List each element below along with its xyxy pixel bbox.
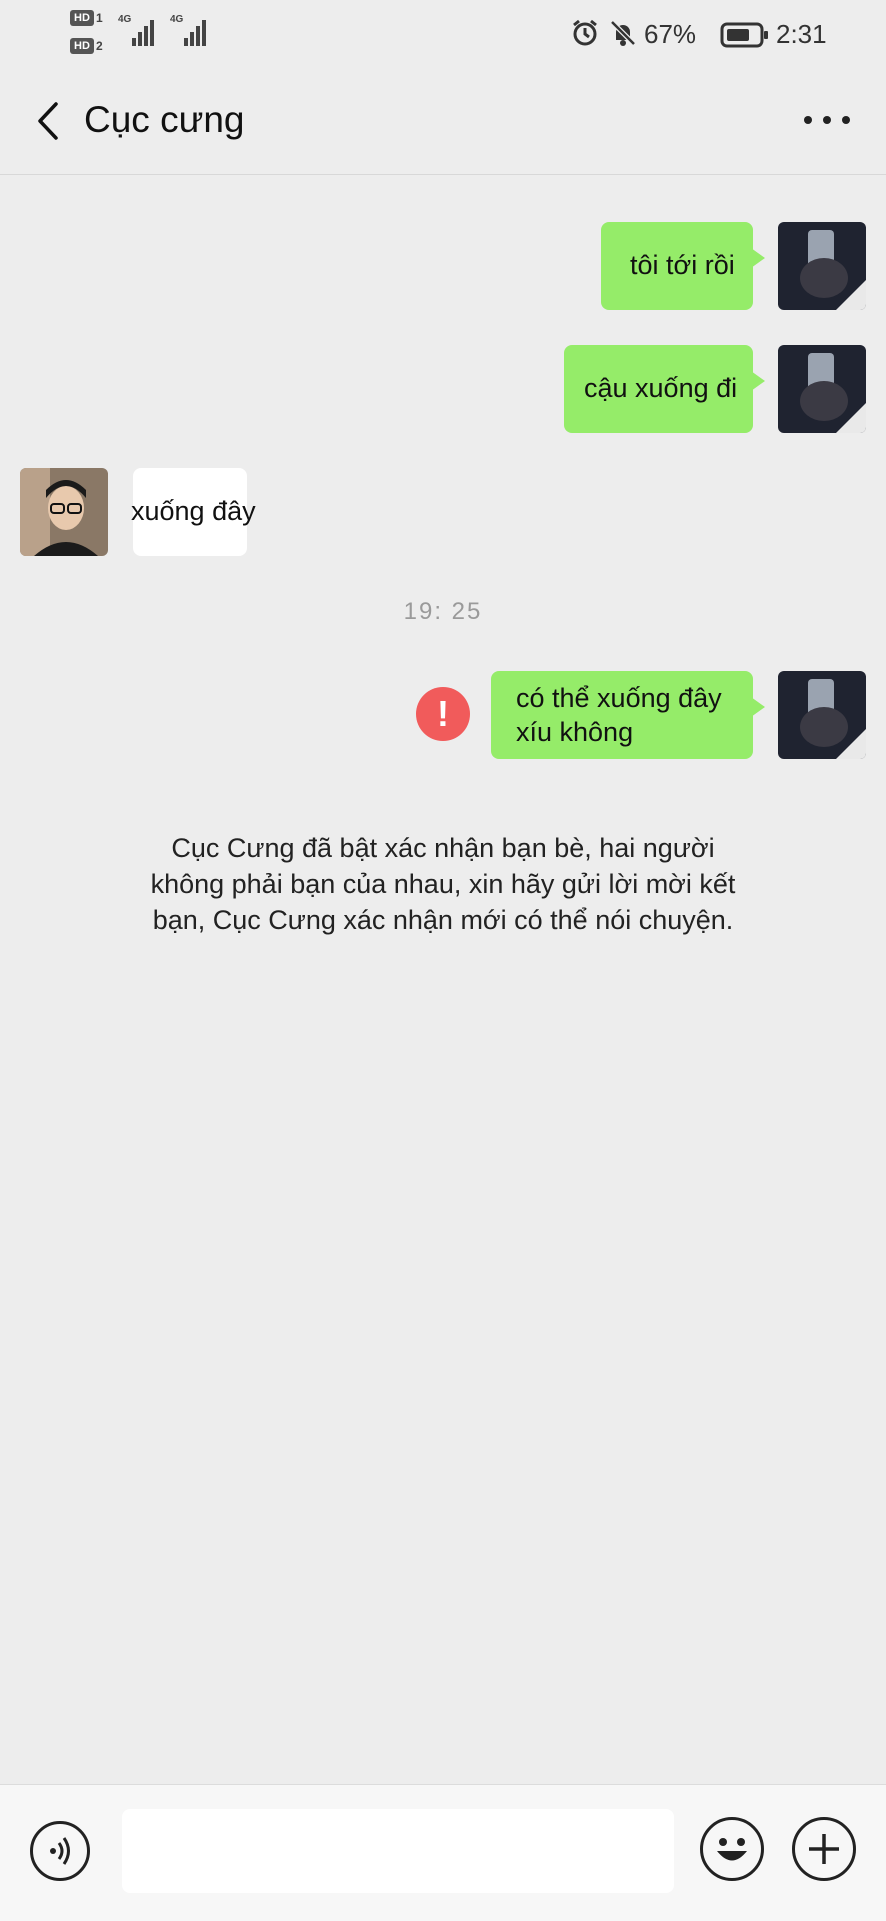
system-notice-line: không phải bạn của nhau, xin hãy gửi lời… xyxy=(150,869,736,899)
sim1-indicator: HD 1 xyxy=(70,10,106,28)
outgoing-message-bubble[interactable]: cậu xuống đi xyxy=(564,345,765,433)
my-avatar[interactable] xyxy=(778,671,866,759)
sim2-hd-label: HD xyxy=(70,38,94,54)
battery-percent: 67% xyxy=(644,19,697,49)
smiley-icon xyxy=(717,1838,747,1861)
alarm-icon xyxy=(570,18,600,53)
emoji-button[interactable] xyxy=(700,1817,764,1881)
battery-icon xyxy=(720,22,770,53)
chat-header: Cục cưng xyxy=(0,66,886,175)
message-text: cậu xuống đi xyxy=(584,373,738,403)
voice-input-button[interactable] xyxy=(30,1821,90,1881)
message-input[interactable] xyxy=(122,1809,674,1893)
network2-label: 4G xyxy=(170,14,184,25)
outgoing-message-bubble[interactable]: có thể xuống đây xíu không xyxy=(491,671,765,759)
chevron-left-icon xyxy=(38,102,58,140)
contact-avatar[interactable] xyxy=(20,468,108,556)
clock: 2:31 xyxy=(776,19,827,49)
message-timestamp: 19: 25 xyxy=(403,598,483,625)
plus-icon xyxy=(809,1834,839,1864)
message-text-line2: xíu không xyxy=(516,717,634,747)
status-right: 67% 2:31 xyxy=(570,14,830,54)
outgoing-message-bubble[interactable]: tôi tới rồi xyxy=(601,222,765,310)
message-text: tôi tới rồi xyxy=(630,250,735,280)
back-button[interactable] xyxy=(34,100,64,142)
message-text: xuống đây xyxy=(131,496,256,526)
more-options-button[interactable] xyxy=(802,102,852,138)
send-failed-icon[interactable]: ! xyxy=(416,687,470,741)
my-avatar[interactable] xyxy=(778,345,866,433)
message-text-line1: có thể xuống đây xyxy=(516,683,722,713)
sim2-number: 2 xyxy=(96,39,103,53)
chat-title: Cục cưng xyxy=(84,99,245,140)
system-notice-line: Cục Cưng đã bật xác nhận bạn bè, hai ngư… xyxy=(171,833,715,863)
input-bar xyxy=(0,1784,886,1921)
system-notice-line: bạn, Cục Cưng xác nhận mới có thể nói ch… xyxy=(152,905,734,935)
incoming-message-bubble[interactable]: xuống đây xyxy=(131,468,256,556)
dot-icon xyxy=(842,116,850,124)
sim1-hd-label: HD xyxy=(70,10,94,26)
sim1-number: 1 xyxy=(96,11,103,25)
dot-icon xyxy=(804,116,812,124)
status-bar: HD 1 HD 2 4G 4G 67% 2:31 xyxy=(0,0,886,66)
network1-label: 4G xyxy=(118,14,132,25)
sim2-indicator: HD 2 xyxy=(70,38,106,56)
more-actions-button[interactable] xyxy=(792,1817,856,1881)
mute-bell-icon xyxy=(608,18,638,53)
dot-icon xyxy=(823,116,831,124)
system-notice: Cục Cưng đã bật xác nhận bạn bè, hai ngư… xyxy=(110,830,776,938)
voice-icon xyxy=(50,1837,70,1865)
my-avatar[interactable] xyxy=(778,222,866,310)
